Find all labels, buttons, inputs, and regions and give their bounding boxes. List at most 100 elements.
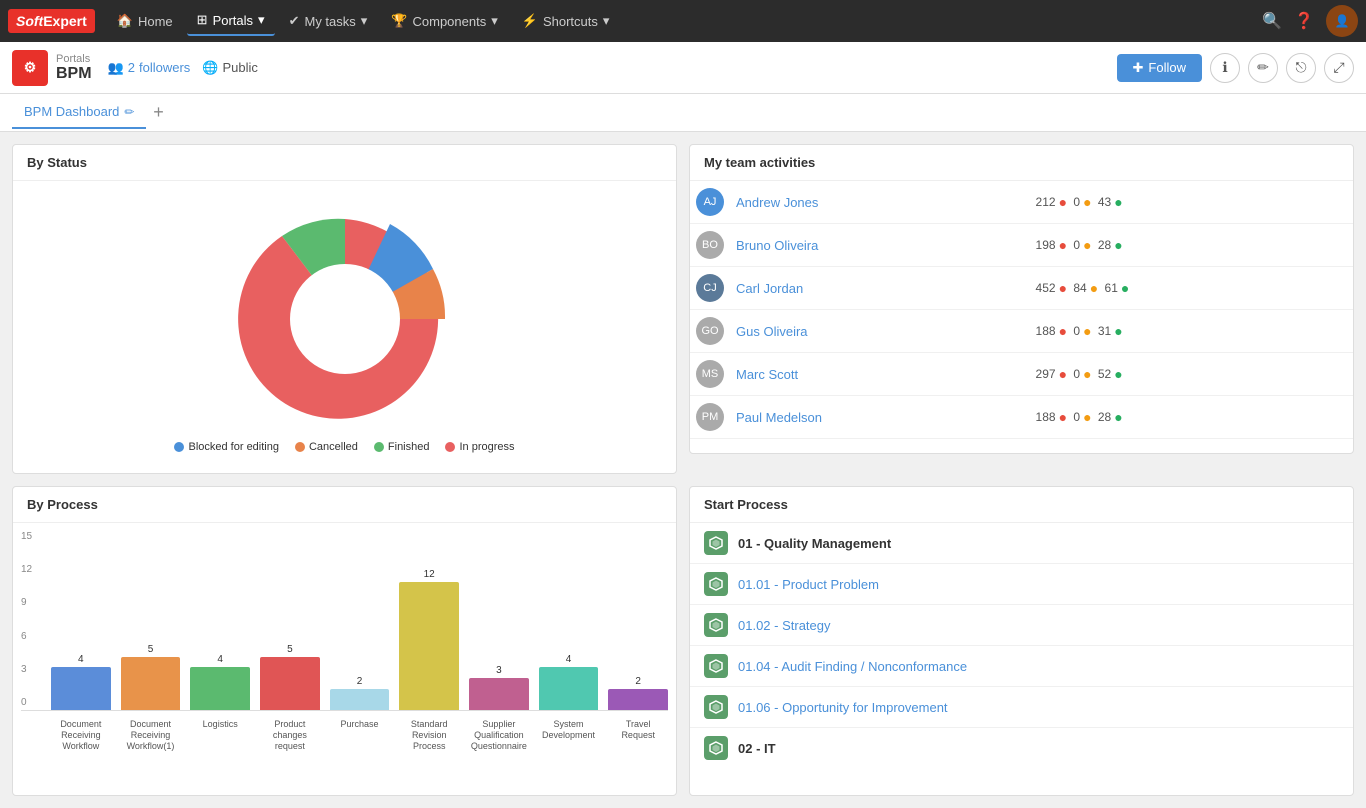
tab-bpm-label: BPM Dashboard bbox=[24, 104, 119, 119]
team-name-cell[interactable]: Robert Smith bbox=[730, 439, 1030, 442]
process-item[interactable]: 01.04 - Audit Finding / Nonconformance bbox=[690, 646, 1353, 687]
team-member-name[interactable]: Carl Jordan bbox=[736, 281, 803, 296]
nav-shortcuts[interactable]: ⚡ Shortcuts ▾ bbox=[512, 7, 620, 35]
stat3: 28 bbox=[1095, 238, 1112, 252]
followers-badge[interactable]: 👥 2 followers bbox=[108, 60, 191, 76]
stat1: 212 bbox=[1036, 195, 1056, 209]
bar-group: 4 bbox=[190, 654, 250, 710]
nav-mytasks[interactable]: ✔ My tasks ▾ bbox=[279, 7, 378, 35]
team-row[interactable]: PM Paul Medelson 188 ● 0 ● 28 ● bbox=[690, 396, 1353, 439]
team-row[interactable]: AJ Andrew Jones 212 ● 0 ● 43 ● bbox=[690, 181, 1353, 224]
stat-group: 452 ● 84 ● 61 ● bbox=[1036, 280, 1347, 296]
add-tab-button[interactable]: + bbox=[146, 101, 170, 125]
portals-dropdown-icon: ▾ bbox=[258, 12, 265, 28]
bar-rect[interactable] bbox=[608, 689, 668, 710]
user-avatar[interactable]: 👤 bbox=[1326, 5, 1358, 37]
team-stats-cell: 297 ● 0 ● 52 ● bbox=[1030, 353, 1353, 396]
tab-edit-icon[interactable]: ✏ bbox=[124, 105, 134, 119]
y-label: 6 bbox=[21, 631, 32, 642]
process-svg-icon bbox=[709, 618, 723, 632]
bar-y-labels: 15129630 bbox=[21, 531, 32, 710]
team-row[interactable]: BO Bruno Oliveira 198 ● 0 ● 28 ● bbox=[690, 224, 1353, 267]
team-member-name[interactable]: Marc Scott bbox=[736, 367, 798, 382]
team-stats-cell: 188 ● 0 ● 31 ● bbox=[1030, 310, 1353, 353]
team-table: AJ Andrew Jones 212 ● 0 ● 43 ● BO Bruno … bbox=[690, 181, 1353, 441]
process-item-label[interactable]: 01.06 - Opportunity for Improvement bbox=[738, 700, 948, 715]
process-item[interactable]: 01.06 - Opportunity for Improvement bbox=[690, 687, 1353, 728]
team-name-cell[interactable]: Gus Oliveira bbox=[730, 310, 1030, 353]
nav-components[interactable]: 🏆 Components ▾ bbox=[381, 7, 507, 35]
bar-label: Standard Revision Process bbox=[399, 719, 459, 751]
process-item-label[interactable]: 01.02 - Strategy bbox=[738, 618, 831, 633]
stat1: 297 bbox=[1036, 367, 1056, 381]
team-row[interactable]: CJ Carl Jordan 452 ● 84 ● 61 ● bbox=[690, 267, 1353, 310]
arrow-right-icon: ● bbox=[1083, 366, 1091, 382]
bar-rect[interactable] bbox=[190, 667, 250, 710]
team-row[interactable]: GO Gus Oliveira 188 ● 0 ● 31 ● bbox=[690, 310, 1353, 353]
bar-label: Document Receiving Workflow(1) bbox=[121, 719, 181, 751]
info-button[interactable]: ℹ bbox=[1210, 53, 1240, 83]
team-stats-cell: 212 ● 0 ● 43 ● bbox=[1030, 181, 1353, 224]
process-item[interactable]: 02 - IT bbox=[690, 728, 1353, 768]
team-avatar-cell: MS bbox=[690, 353, 730, 396]
bar-group: 2 bbox=[330, 676, 390, 710]
arrow-down-icon: ● bbox=[1059, 194, 1067, 210]
arrow-up-icon: ● bbox=[1114, 323, 1122, 339]
team-member-name[interactable]: Bruno Oliveira bbox=[736, 238, 818, 253]
bar-rect[interactable] bbox=[51, 667, 111, 710]
process-svg-icon bbox=[709, 659, 723, 673]
bar-rect[interactable] bbox=[260, 657, 320, 710]
process-item[interactable]: 01 - Quality Management bbox=[690, 523, 1353, 564]
public-label: Public bbox=[222, 60, 257, 75]
tabs-bar: BPM Dashboard ✏ + bbox=[0, 94, 1366, 132]
components-icon: 🏆 bbox=[391, 13, 407, 29]
team-row[interactable]: MS Marc Scott 297 ● 0 ● 52 ● bbox=[690, 353, 1353, 396]
followers-icon: 👥 bbox=[108, 60, 124, 76]
expand-button[interactable]: ⤢ bbox=[1324, 53, 1354, 83]
app-logo[interactable]: SoftExpert bbox=[8, 9, 95, 33]
bar-rect[interactable] bbox=[399, 582, 459, 710]
bar-rect[interactable] bbox=[469, 678, 529, 710]
team-member-name[interactable]: Gus Oliveira bbox=[736, 324, 808, 339]
bar-rect[interactable] bbox=[539, 667, 599, 710]
stat-group: 198 ● 0 ● 28 ● bbox=[1036, 237, 1347, 253]
edit-button[interactable]: ✏ bbox=[1248, 53, 1278, 83]
team-member-name[interactable]: Paul Medelson bbox=[736, 410, 822, 425]
team-name-cell[interactable]: Bruno Oliveira bbox=[730, 224, 1030, 267]
bar-group: 4 bbox=[539, 654, 599, 710]
team-name-cell[interactable]: Carl Jordan bbox=[730, 267, 1030, 310]
team-name-cell[interactable]: Paul Medelson bbox=[730, 396, 1030, 439]
team-name-cell[interactable]: Andrew Jones bbox=[730, 181, 1030, 224]
legend-dot-cancelled bbox=[295, 442, 305, 452]
tab-bpm-dashboard[interactable]: BPM Dashboard ✏ bbox=[12, 96, 146, 129]
process-item-label[interactable]: 01 - Quality Management bbox=[738, 536, 891, 551]
stat3: 43 bbox=[1095, 195, 1112, 209]
team-member-name[interactable]: Andrew Jones bbox=[736, 195, 818, 210]
process-item-label[interactable]: 01.04 - Audit Finding / Nonconformance bbox=[738, 659, 967, 674]
y-label: 9 bbox=[21, 597, 32, 608]
process-item[interactable]: 01.02 - Strategy bbox=[690, 605, 1353, 646]
stat2: 0 bbox=[1070, 367, 1080, 381]
bar-rect[interactable] bbox=[330, 689, 390, 710]
by-process-header: By Process bbox=[13, 487, 676, 523]
share-button[interactable]: ⎋ bbox=[1286, 53, 1316, 83]
process-item-label[interactable]: 01.01 - Product Problem bbox=[738, 577, 879, 592]
shortcuts-dropdown-icon: ▾ bbox=[603, 13, 610, 29]
bar-rect[interactable] bbox=[121, 657, 181, 710]
search-icon[interactable]: 🔍 bbox=[1262, 11, 1282, 31]
process-item-label[interactable]: 02 - IT bbox=[738, 741, 776, 756]
help-icon[interactable]: ❓ bbox=[1294, 11, 1314, 31]
y-label: 15 bbox=[21, 531, 32, 542]
process-item[interactable]: 01.01 - Product Problem bbox=[690, 564, 1353, 605]
nav-home[interactable]: 🏠 Home bbox=[107, 7, 183, 35]
arrow-down-icon: ● bbox=[1059, 409, 1067, 425]
process-item-icon bbox=[704, 654, 728, 678]
bar-label: Supplier Qualification Questionnaire bbox=[469, 719, 529, 751]
team-row[interactable]: RS Robert Smith 671 ● 96 ● 92 ● bbox=[690, 439, 1353, 442]
pie-chart-container: Blocked for editing Cancelled Finished I… bbox=[27, 193, 662, 461]
follow-button[interactable]: ✚ Follow bbox=[1117, 54, 1202, 82]
nav-portals[interactable]: ⊞ Portals ▾ bbox=[187, 6, 275, 36]
arrow-down-icon: ● bbox=[1059, 280, 1067, 296]
bar-label: Purchase bbox=[330, 719, 390, 751]
team-name-cell[interactable]: Marc Scott bbox=[730, 353, 1030, 396]
